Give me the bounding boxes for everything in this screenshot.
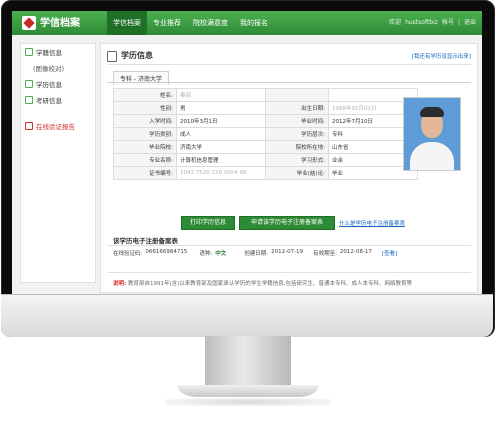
section-divider bbox=[107, 245, 471, 246]
field-label: 专业名称: bbox=[113, 153, 177, 167]
user-area: 欢迎 hustsoftbiz 帐号 | 退出 bbox=[389, 11, 476, 35]
created-value: 2012-07-19 bbox=[271, 249, 304, 255]
monitor-stand bbox=[205, 336, 291, 388]
nav-item-archive[interactable]: 学信档案 bbox=[107, 11, 147, 35]
language-value: 中文 bbox=[215, 251, 227, 257]
document-icon bbox=[25, 48, 33, 56]
logo-icon bbox=[22, 16, 36, 30]
sidebar-item-enrollment[interactable]: 学籍信息 bbox=[21, 44, 95, 60]
field-value: 济南大学 bbox=[176, 140, 266, 154]
account-link[interactable]: 帐号 bbox=[442, 11, 454, 35]
view-link[interactable]: [查看] bbox=[382, 249, 397, 257]
notice-text: 说明: 教育部自1991年(含)以来教育部及国家承认学历的学生学籍信息,包括研究… bbox=[113, 279, 412, 287]
sidebar-item-label: (图像校对) bbox=[33, 65, 65, 73]
field-label: 出生日期: bbox=[265, 101, 329, 115]
monitor-chin bbox=[1, 294, 493, 337]
document-icon bbox=[25, 96, 33, 104]
table-row: 姓名: 秦昭 bbox=[113, 88, 418, 102]
monitor-base bbox=[178, 385, 318, 397]
created-label: 创建日期: bbox=[244, 251, 269, 257]
screen: 学信档案 学信档案 专业推荐 院校满意度 我的报名 欢迎 hustsoftbiz… bbox=[12, 11, 482, 294]
field-label: 院校所在地: bbox=[265, 140, 329, 154]
document-icon bbox=[25, 80, 33, 88]
sidebar: 学籍信息 (图像校对) 学历信息 考研信息 在线验证报告 bbox=[20, 43, 96, 283]
field-label: 性别: bbox=[113, 101, 177, 115]
what-is-register-link[interactable]: 什么是学历电子注册备案表 bbox=[339, 219, 405, 227]
field-label: 毕业院校: bbox=[113, 140, 177, 154]
top-nav-bar: 学信档案 学信档案 专业推荐 院校满意度 我的报名 欢迎 hustsoftbiz… bbox=[12, 11, 482, 35]
table-row: 学历类别: 成人 学历层次: 专科 bbox=[113, 127, 418, 141]
main-nav: 学信档案 专业推荐 院校满意度 我的报名 bbox=[107, 11, 274, 35]
sidebar-item-exam[interactable]: 考研信息 bbox=[21, 92, 95, 108]
sidebar-item-label: 学籍信息 bbox=[36, 49, 62, 57]
field-value: 秦昭 bbox=[176, 88, 266, 102]
table-row: 毕业院校: 济南大学 院校所在地: 山东省 bbox=[113, 140, 418, 154]
code-value: 066166984715 bbox=[145, 249, 188, 255]
sidebar-item-photo-check[interactable]: (图像校对) bbox=[21, 60, 95, 76]
field-label: 入学时间: bbox=[113, 114, 177, 128]
panel-header: 学历信息 [我还有学历没显示出来] bbox=[107, 48, 471, 65]
sidebar-item-label: 在线验证报告 bbox=[36, 123, 75, 131]
notice-box: 说明: 教育部自1991年(含)以来教育部及国家承认学历的学生学籍信息,包括研究… bbox=[107, 272, 471, 294]
table-row: 专业名称: 计算机信息管理 学习形式: 业余 bbox=[113, 153, 418, 167]
notice-title: 说明: bbox=[113, 281, 127, 287]
missing-record-link[interactable]: [我还有学历没显示出来] bbox=[412, 52, 471, 60]
main-panel: 学历信息 [我还有学历没显示出来] 专科 - 济南大学 姓名: 秦昭 性别: 男… bbox=[100, 43, 478, 293]
education-info-table: 姓名: 秦昭 性别: 男 出生日期: 1988年01月02日 入学时间: 201… bbox=[113, 88, 418, 180]
stand-shadow bbox=[165, 398, 331, 406]
document-icon bbox=[107, 51, 117, 62]
report-icon bbox=[25, 122, 33, 130]
field-label bbox=[265, 88, 329, 102]
notice-body: 教育部自1991年(含)以来教育部及国家承认学历的学生学籍信息,包括研究生、普通… bbox=[127, 281, 412, 287]
nav-item-satisfaction[interactable]: 院校满意度 bbox=[187, 11, 234, 35]
code-label: 在线验证码: bbox=[113, 251, 143, 257]
language-label: 语种: bbox=[199, 251, 213, 257]
field-label: 证书编号: bbox=[113, 166, 177, 180]
section-title: 该学历电子注册备案表 bbox=[113, 237, 178, 245]
page-title: 学历信息 bbox=[121, 51, 153, 60]
logout-link[interactable]: 退出 bbox=[464, 11, 476, 35]
nav-item-major[interactable]: 专业推荐 bbox=[147, 11, 187, 35]
field-label: 毕业(结)论: bbox=[265, 166, 329, 180]
field-label: 学历层次: bbox=[265, 127, 329, 141]
expire-value: 2012-08-17 bbox=[339, 249, 372, 255]
sidebar-item-education[interactable]: 学历信息 bbox=[21, 76, 95, 92]
welcome-text: 欢迎 bbox=[389, 19, 402, 26]
table-row: 性别: 男 出生日期: 1988年01月02日 bbox=[113, 101, 418, 115]
table-row: 入学时间: 2010年3月1日 毕业时间: 2012年7月10日 bbox=[113, 114, 418, 128]
field-label: 毕业时间: bbox=[265, 114, 329, 128]
sidebar-item-label: 考研信息 bbox=[36, 97, 62, 105]
register-record-row: 在线验证码: 066166984715 语种: 中文 创建日期: 2012-07… bbox=[113, 249, 397, 257]
photo-hair bbox=[420, 107, 444, 117]
student-photo bbox=[403, 97, 461, 171]
field-label: 学历类别: bbox=[113, 127, 177, 141]
logo-text: 学信档案 bbox=[40, 18, 80, 29]
field-value: 男 bbox=[176, 101, 266, 115]
photo-shirt bbox=[410, 142, 454, 170]
table-row: 证书编号: 1042 7520 128 0054 98 毕业(结)论: 毕业 bbox=[113, 166, 418, 180]
sidebar-item-label: 学历信息 bbox=[36, 81, 62, 89]
nav-item-registration[interactable]: 我的报名 bbox=[234, 11, 274, 35]
print-button[interactable]: 打印学历信息 bbox=[181, 216, 235, 230]
field-label: 姓名: bbox=[113, 88, 177, 102]
field-value: 2010年3月1日 bbox=[176, 114, 266, 128]
apply-register-button[interactable]: 申请该学历电子注册备案表 bbox=[239, 216, 335, 230]
field-value: 成人 bbox=[176, 127, 266, 141]
field-value: 计算机信息管理 bbox=[176, 153, 266, 167]
field-value: 1042 7520 128 0054 98 bbox=[176, 166, 266, 180]
tab-divider bbox=[107, 82, 471, 83]
site-logo[interactable]: 学信档案 bbox=[22, 14, 80, 30]
expire-label: 有效期至: bbox=[313, 251, 337, 257]
username: hustsoftbiz bbox=[405, 19, 438, 26]
field-label: 学习形式: bbox=[265, 153, 329, 167]
divider: | bbox=[457, 19, 460, 26]
sidebar-item-verification-report[interactable]: 在线验证报告 bbox=[21, 118, 95, 134]
